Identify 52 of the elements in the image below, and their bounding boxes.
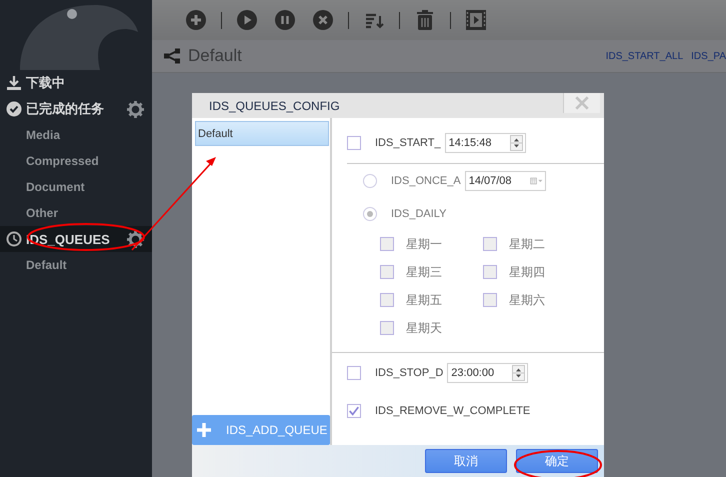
time-field[interactable]: 14:15:48 bbox=[444, 132, 526, 152]
option-label: IDS_DAILY bbox=[391, 208, 446, 220]
checkbox[interactable] bbox=[347, 136, 361, 150]
time-value: 14:15:48 bbox=[448, 136, 492, 148]
sidebar-item[interactable]: 下载中 bbox=[0, 70, 152, 96]
close-icon bbox=[574, 95, 590, 111]
queue-title: Default bbox=[188, 46, 243, 66]
checkmark-icon bbox=[6, 101, 22, 117]
add-icon[interactable] bbox=[185, 9, 207, 31]
trash-icon[interactable] bbox=[414, 9, 436, 31]
header-link[interactable]: IDS_START_ALL bbox=[606, 50, 684, 62]
sidebar-item[interactable]: 已完成的任务 bbox=[0, 96, 152, 122]
plus-icon bbox=[196, 422, 212, 438]
checkmark-icon bbox=[348, 405, 360, 417]
add-queue-button[interactable]: IDS_ADD_QUEUE bbox=[192, 415, 330, 445]
sidebar-item[interactable]: Compressed bbox=[0, 148, 152, 174]
dialog-title: IDS_QUEUES_CONFIG bbox=[209, 98, 341, 112]
weekday-label: 星期一 bbox=[406, 236, 442, 252]
dialog-button[interactable]: 确定 bbox=[516, 449, 598, 473]
weekday-label: 星期四 bbox=[509, 264, 545, 280]
checkbox[interactable] bbox=[347, 404, 361, 418]
time-field[interactable]: 23:00:00 bbox=[447, 363, 528, 383]
settings-icon[interactable] bbox=[127, 230, 144, 248]
download-icon bbox=[6, 75, 22, 91]
option-label: IDS_START_ bbox=[375, 136, 441, 148]
option-label: IDS_REMOVE_W_COMPLETE bbox=[375, 405, 530, 417]
option-label: IDS_ONCE_A bbox=[391, 174, 461, 186]
settings-icon[interactable] bbox=[127, 100, 144, 118]
weekday-label: 星期五 bbox=[406, 292, 442, 308]
clock-icon bbox=[6, 231, 22, 247]
weekday-label: 星期三 bbox=[406, 264, 442, 280]
sidebar-item[interactable]: Media bbox=[0, 122, 152, 148]
queue-list-item[interactable]: Default bbox=[195, 121, 329, 146]
spinner-icon[interactable] bbox=[512, 365, 526, 381]
weekday-label: 星期天 bbox=[406, 320, 442, 336]
sidebar-item[interactable]: Document bbox=[0, 174, 152, 200]
share-icon bbox=[164, 48, 180, 64]
sidebar-item[interactable]: Default bbox=[0, 252, 152, 278]
date-value: 14/07/08 bbox=[468, 174, 512, 186]
weekday-label: 星期二 bbox=[509, 236, 545, 252]
option-label: IDS_STOP_D bbox=[375, 367, 444, 379]
header-link[interactable]: IDS_PA bbox=[691, 50, 726, 62]
close-icon[interactable] bbox=[312, 9, 334, 31]
dialog-button[interactable]: 取消 bbox=[425, 449, 507, 473]
play-icon[interactable] bbox=[236, 9, 258, 31]
weekday-label: 星期六 bbox=[509, 292, 545, 308]
film-icon[interactable] bbox=[465, 9, 487, 31]
sidebar-item[interactable]: Other bbox=[0, 200, 152, 226]
spinner-icon[interactable] bbox=[510, 134, 523, 150]
checkbox[interactable] bbox=[347, 366, 361, 380]
time-value: 23:00:00 bbox=[451, 367, 494, 379]
pause-icon[interactable] bbox=[274, 9, 296, 31]
